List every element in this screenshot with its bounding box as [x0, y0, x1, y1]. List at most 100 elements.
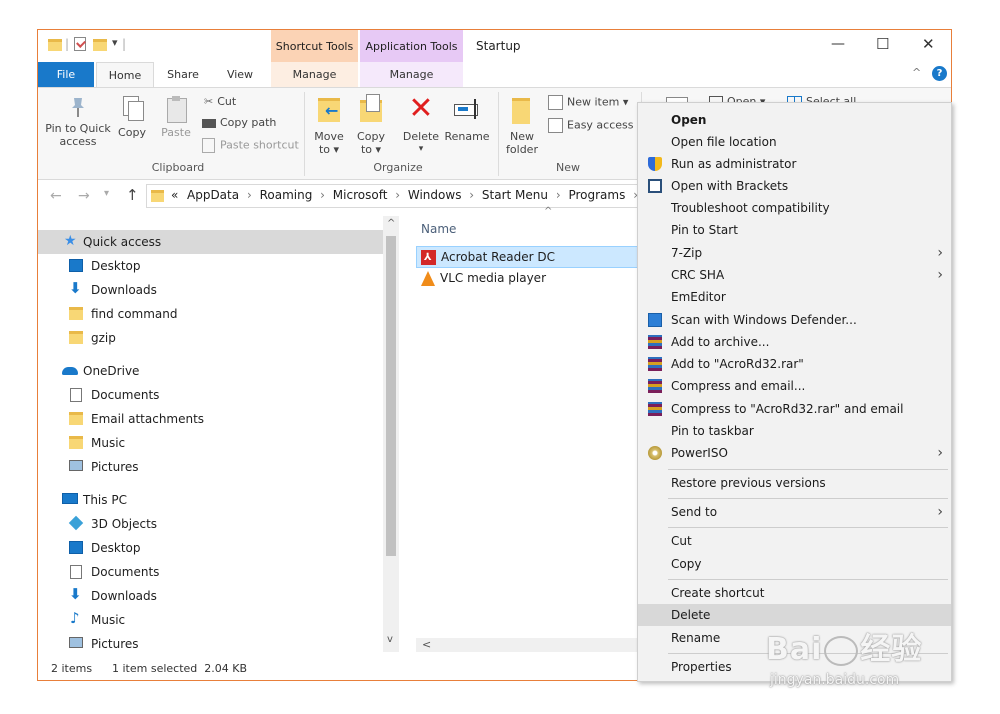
breadcrumb-programs[interactable]: Programs — [568, 188, 625, 202]
menu-item-compress-email[interactable]: Compress and email... — [638, 375, 951, 397]
nav-quick-access[interactable]: ★ Quick access — [38, 230, 383, 254]
tab-manage-application[interactable]: Manage — [360, 62, 463, 87]
collapse-ribbon-button[interactable]: ^ — [912, 66, 921, 79]
move-to-button[interactable]: ← Move to ▾ — [311, 94, 347, 156]
menu-item-emeditor[interactable]: EmEditor — [638, 286, 951, 308]
copy-button[interactable]: Copy — [116, 96, 148, 139]
nav-gzip[interactable]: gzip — [38, 326, 383, 350]
nav-pc-desktop[interactable]: Desktop — [38, 536, 383, 560]
menu-item-restore-versions[interactable]: Restore previous versions — [638, 472, 951, 494]
menu-item-cut[interactable]: Cut — [638, 530, 951, 552]
menu-item-open-with-brackets[interactable]: Open with Brackets — [638, 175, 951, 197]
nav-downloads[interactable]: ⬇ Downloads — [38, 278, 383, 302]
menu-item-add-to-archive[interactable]: Add to archive... — [638, 331, 951, 353]
file-row-acrobat[interactable]: ⅄ Acrobat Reader DC — [416, 246, 656, 268]
new-item-icon — [548, 95, 563, 110]
maximize-button[interactable]: ☐ — [876, 35, 889, 53]
file-row-vlc[interactable]: VLC media player — [416, 268, 656, 290]
navigation-pane: ★ Quick access Desktop ⬇ Downloads find … — [38, 216, 399, 652]
tab-view[interactable]: View — [218, 62, 262, 87]
file-horizontal-scrollbar[interactable]: < — [416, 638, 656, 652]
menu-item-open[interactable]: Open — [638, 109, 951, 131]
recent-locations-button[interactable]: ▾ — [104, 188, 109, 199]
breadcrumb-overflow[interactable]: « — [171, 188, 178, 202]
nav-pc-downloads[interactable]: ⬇ Downloads — [38, 584, 383, 608]
nav-onedrive-documents[interactable]: Documents — [38, 383, 383, 407]
tab-home[interactable]: Home — [96, 62, 154, 87]
nav-this-pc[interactable]: This PC — [38, 488, 383, 512]
folder-icon — [69, 307, 83, 320]
new-item-button[interactable]: New item ▾ — [548, 95, 628, 110]
nav-3d-objects[interactable]: 3D Objects — [38, 512, 383, 536]
scroll-left-button[interactable]: < — [422, 638, 431, 651]
menu-item-pin-to-taskbar[interactable]: Pin to taskbar — [638, 420, 951, 442]
menu-item-crc-sha[interactable]: CRC SHA › — [638, 264, 951, 286]
nav-scrollbar[interactable]: ^ v — [383, 216, 399, 652]
breadcrumb-appdata[interactable]: AppData — [187, 188, 239, 202]
winrar-icon — [648, 335, 662, 349]
up-button[interactable]: ↑ — [126, 186, 139, 204]
nav-find-command[interactable]: find command — [38, 302, 383, 326]
menu-item-copy[interactable]: Copy — [638, 553, 951, 575]
easy-access-button[interactable]: Easy access ▾ — [548, 118, 643, 133]
copy-to-button[interactable]: Copy to ▾ — [353, 94, 389, 156]
breadcrumb-windows[interactable]: Windows — [408, 188, 462, 202]
menu-item-run-as-admin[interactable]: Run as administrator — [638, 153, 951, 175]
new-folder-button[interactable]: New folder — [504, 94, 540, 156]
menu-item-create-shortcut[interactable]: Create shortcut — [638, 582, 951, 604]
back-button[interactable]: ← — [50, 188, 62, 204]
menu-item-pin-to-start[interactable]: Pin to Start — [638, 219, 951, 241]
help-icon[interactable]: ? — [932, 66, 947, 81]
copy-path-button[interactable]: Copy path — [202, 116, 276, 129]
title-bar: | ▾ | Shortcut Tools Application Tools S… — [38, 30, 951, 62]
qat-separator: | — [65, 37, 70, 51]
cut-button[interactable]: ✂ Cut — [204, 95, 236, 108]
new-folder-qat-icon[interactable] — [93, 39, 107, 51]
nav-onedrive-pictures[interactable]: Pictures — [38, 455, 383, 479]
breadcrumb-microsoft[interactable]: Microsoft — [333, 188, 388, 202]
qat-dropdown[interactable]: ▾ — [112, 36, 118, 49]
column-header-name[interactable]: Name — [421, 222, 456, 236]
breadcrumb-start-menu[interactable]: Start Menu — [482, 188, 548, 202]
menu-item-add-to-rar[interactable]: Add to "AcroRd32.rar" — [638, 353, 951, 375]
scroll-down-button[interactable]: v — [387, 634, 393, 645]
nav-scrollbar-thumb[interactable] — [386, 236, 396, 556]
tab-file[interactable]: File — [38, 62, 94, 87]
nav-pc-pictures[interactable]: Pictures — [38, 632, 383, 656]
tab-share[interactable]: Share — [160, 62, 206, 87]
forward-button[interactable]: → — [78, 188, 90, 204]
menu-item-7zip[interactable]: 7-Zip › — [638, 242, 951, 264]
scroll-up-button[interactable]: ^ — [387, 218, 395, 229]
breadcrumb-roaming[interactable]: Roaming — [260, 188, 313, 202]
folder-icon — [69, 436, 83, 449]
rename-button[interactable]: Rename — [444, 94, 490, 143]
menu-item-open-file-location[interactable]: Open file location — [638, 131, 951, 153]
close-button[interactable]: ✕ — [922, 35, 935, 53]
menu-item-send-to[interactable]: Send to › — [638, 501, 951, 523]
minimize-button[interactable]: — — [831, 36, 845, 52]
menu-item-scan-defender[interactable]: Scan with Windows Defender... — [638, 309, 951, 331]
ribbon-separator — [304, 92, 305, 176]
tab-manage-shortcut[interactable]: Manage — [271, 62, 358, 87]
winrar-icon — [648, 357, 662, 371]
nav-onedrive-music[interactable]: Music — [38, 431, 383, 455]
folder-icon — [69, 331, 83, 344]
paste-shortcut-button[interactable]: Paste shortcut — [202, 138, 299, 153]
group-clipboard-label: Clipboard — [151, 161, 205, 174]
nav-pc-music[interactable]: ♪ Music — [38, 608, 383, 632]
menu-item-delete[interactable]: Delete — [638, 604, 951, 626]
paste-button[interactable]: Paste — [158, 96, 194, 139]
menu-item-compress-rar-email[interactable]: Compress to "AcroRd32.rar" and email — [638, 398, 951, 420]
menu-item-poweriso[interactable]: PowerISO › — [638, 442, 951, 464]
nav-pc-documents[interactable]: Documents — [38, 560, 383, 584]
nav-email-attachments[interactable]: Email attachments — [38, 407, 383, 431]
delete-button[interactable]: ✕ Delete ▾ — [401, 94, 441, 156]
cloud-icon — [62, 367, 78, 375]
nav-desktop[interactable]: Desktop — [38, 254, 383, 278]
poweriso-disc-icon — [648, 446, 662, 460]
nav-onedrive[interactable]: OneDrive — [38, 359, 383, 383]
pin-quick-access-button[interactable]: Pin to Quick access — [42, 96, 114, 148]
menu-item-troubleshoot[interactable]: Troubleshoot compatibility — [638, 197, 951, 219]
pin-icon — [69, 96, 87, 118]
properties-qat-icon[interactable] — [74, 37, 86, 51]
